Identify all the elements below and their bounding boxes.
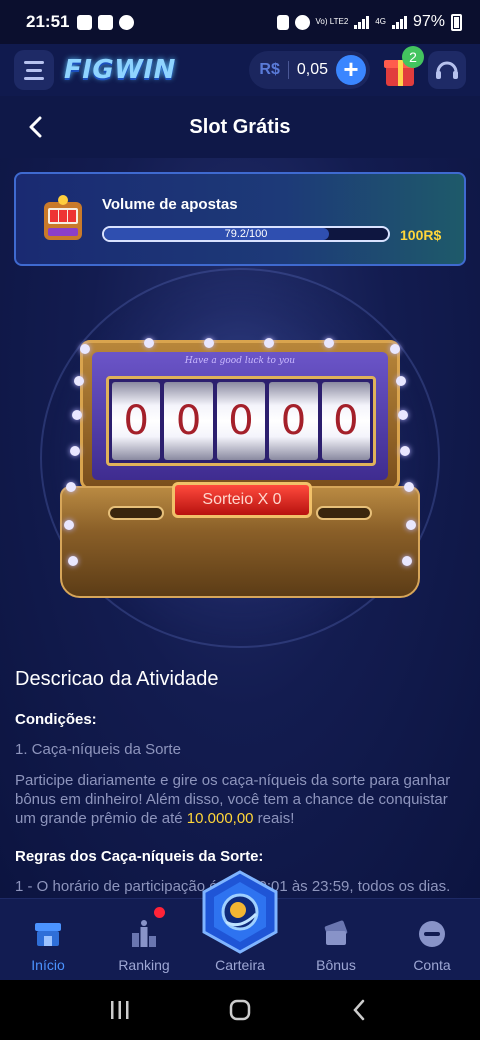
light-bulb [406, 520, 416, 530]
youtube-icon [98, 14, 114, 30]
signal-icon [354, 15, 370, 29]
nav-label: Conta [413, 957, 451, 973]
signal-icon-2 [391, 15, 407, 29]
network-type: 4G [375, 17, 386, 26]
ticket-icon [324, 920, 348, 945]
figwin-logo: FIGWIN [64, 55, 176, 85]
reel: 0 [112, 382, 161, 460]
draw-button[interactable]: Sorteio X 0 [172, 482, 312, 518]
coin-slot-right [316, 506, 372, 520]
machine-base: Sorteio X 0 [60, 482, 420, 598]
light-bulb [404, 482, 414, 492]
light-bulb [264, 338, 274, 348]
light-bulb [400, 446, 410, 456]
recent-apps-icon[interactable] [108, 999, 132, 1021]
back-arrow-icon[interactable] [22, 112, 52, 142]
light-bulb [70, 446, 80, 456]
ranking-icon [132, 920, 156, 947]
reels: 0 0 0 0 0 [106, 376, 376, 466]
light-bulb [390, 344, 400, 354]
battery-percent: 97% [412, 13, 445, 30]
nav-conta[interactable]: Conta [384, 899, 480, 980]
back-icon[interactable] [348, 998, 372, 1022]
light-bulb [80, 344, 90, 354]
reel: 0 [269, 382, 318, 460]
bet-target: 100R$ [400, 227, 442, 243]
description-title: Descricao da Atividade [15, 668, 219, 690]
home-icon[interactable] [228, 998, 252, 1022]
light-bulb [68, 556, 78, 566]
nav-label: Início [31, 957, 65, 973]
gift-count-badge: 2 [402, 46, 424, 68]
light-bulb [72, 410, 82, 420]
status-time: 21:51 [26, 12, 70, 31]
system-navigation [0, 980, 480, 1040]
rules-heading: Regras dos Caça-níqueis da Sorte: [15, 848, 264, 865]
page-title-bar: Slot Grátis [0, 96, 480, 158]
light-bulb [204, 338, 214, 348]
nav-label: Bônus [316, 957, 356, 973]
light-bulb [74, 376, 84, 386]
bet-progress-bar: 79.2/100 [102, 226, 390, 242]
deposit-plus-button[interactable]: + [336, 55, 366, 85]
nav-ranking[interactable]: Ranking [96, 899, 192, 980]
menu-button[interactable] [14, 50, 54, 90]
light-bulb [64, 520, 74, 530]
headset-icon [436, 61, 458, 79]
condition-item: 1. Caça-níqueis da Sorte [15, 741, 181, 758]
notification-dot [154, 907, 165, 918]
battery-icon [451, 13, 462, 31]
bet-volume-label: Volume de apostas [102, 196, 238, 213]
gallery-icon [77, 14, 93, 30]
reel: 0 [321, 382, 371, 460]
reel: 0 [164, 382, 213, 460]
slot-machine: Have a good luck to you 0 0 0 0 0 Sortei… [54, 336, 426, 606]
reel: 0 [216, 382, 266, 460]
wallet-icon[interactable] [198, 870, 282, 954]
alarm-icon [294, 14, 310, 30]
network-label: Vo) LTE2 [315, 17, 349, 26]
store-icon [35, 923, 61, 946]
light-bulb [144, 338, 154, 348]
system-icons: Vo) LTE2 4G 97% [276, 13, 462, 31]
bet-volume-card: Volume de apostas 79.2/100 100R$ [14, 172, 466, 266]
balance-pill[interactable]: R$ 0,05 + [249, 51, 370, 89]
bet-progress-text: 79.2/100 [224, 228, 268, 240]
machine-window: Have a good luck to you 0 0 0 0 0 [92, 352, 388, 480]
nav-label: Ranking [118, 957, 170, 973]
prize-amount: 10.000,00 [186, 810, 254, 827]
lock-icon [276, 14, 289, 30]
nav-bonus[interactable]: Bônus [288, 899, 384, 980]
currency-label: R$ [259, 61, 280, 78]
gift-button[interactable]: 2 [382, 46, 424, 88]
slot-machine-icon [44, 195, 82, 240]
account-icon [419, 921, 445, 947]
balance-amount: 0,05 [296, 61, 328, 78]
nav-inicio[interactable]: Início [0, 899, 96, 980]
light-bulb [402, 556, 412, 566]
main-content[interactable]: Volume de apostas 79.2/100 100R$ Have a … [0, 158, 480, 898]
light-bulb [66, 482, 76, 492]
page-title: Slot Grátis [189, 115, 291, 138]
chrome-icon [119, 14, 135, 30]
conditions-heading: Condições: [15, 711, 97, 728]
light-bulb [324, 338, 334, 348]
description-paragraph: Participe diariamente e gire os caça-níq… [15, 772, 451, 827]
machine-tagline: Have a good luck to you [184, 356, 296, 366]
light-bulb [398, 410, 408, 420]
support-button[interactable] [428, 51, 466, 89]
divider [287, 61, 289, 79]
notification-icons [77, 14, 135, 30]
nav-label: Carteira [215, 957, 265, 973]
light-bulb [396, 376, 406, 386]
activity-description: Descricao da Atividade Condições: 1. Caç… [15, 668, 465, 896]
coin-slot-left [108, 506, 164, 520]
app-header: FIGWIN R$ 0,05 + 2 [0, 44, 480, 96]
status-bar: 21:51 Vo) LTE2 4G 97% [0, 0, 480, 44]
